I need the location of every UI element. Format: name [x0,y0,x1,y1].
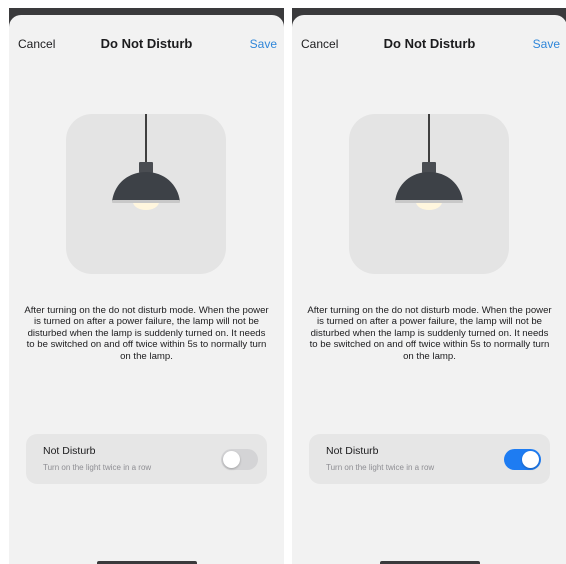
lamp-illustration [66,114,226,274]
settings-sheet: Cancel Do Not Disturb Save After turning… [9,15,284,564]
not-disturb-setting: Not Disturb Turn on the light twice in a… [309,434,550,484]
settings-sheet: Cancel Do Not Disturb Save After turning… [292,15,566,564]
mode-description: After turning on the do not disturb mode… [307,305,552,362]
mode-description: After turning on the do not disturb mode… [24,305,269,362]
toggle-knob [522,451,539,468]
phone-screen-on: Cancel Do Not Disturb Save After turning… [292,8,566,564]
not-disturb-setting: Not Disturb Turn on the light twice in a… [26,434,267,484]
nav-bar: Cancel Do Not Disturb Save [9,33,284,57]
page-title: Do Not Disturb [100,36,193,51]
setting-title: Not Disturb [326,445,379,457]
save-button[interactable]: Save [533,37,560,51]
pendant-lamp-icon [395,114,463,210]
save-button[interactable]: Save [250,37,277,51]
not-disturb-toggle[interactable] [504,449,541,470]
lamp-illustration [349,114,509,274]
page-title: Do Not Disturb [383,36,476,51]
setting-subtitle: Turn on the light twice in a row [326,463,435,472]
not-disturb-toggle[interactable] [221,449,258,470]
phone-screen-off: Cancel Do Not Disturb Save After turning… [9,8,284,564]
toggle-knob [223,451,240,468]
setting-title: Not Disturb [43,445,96,457]
setting-subtitle: Turn on the light twice in a row [43,463,152,472]
pendant-lamp-icon [112,114,180,210]
comparison-screenshot: Cancel Do Not Disturb Save After turning… [0,0,566,564]
nav-bar: Cancel Do Not Disturb Save [292,33,566,57]
